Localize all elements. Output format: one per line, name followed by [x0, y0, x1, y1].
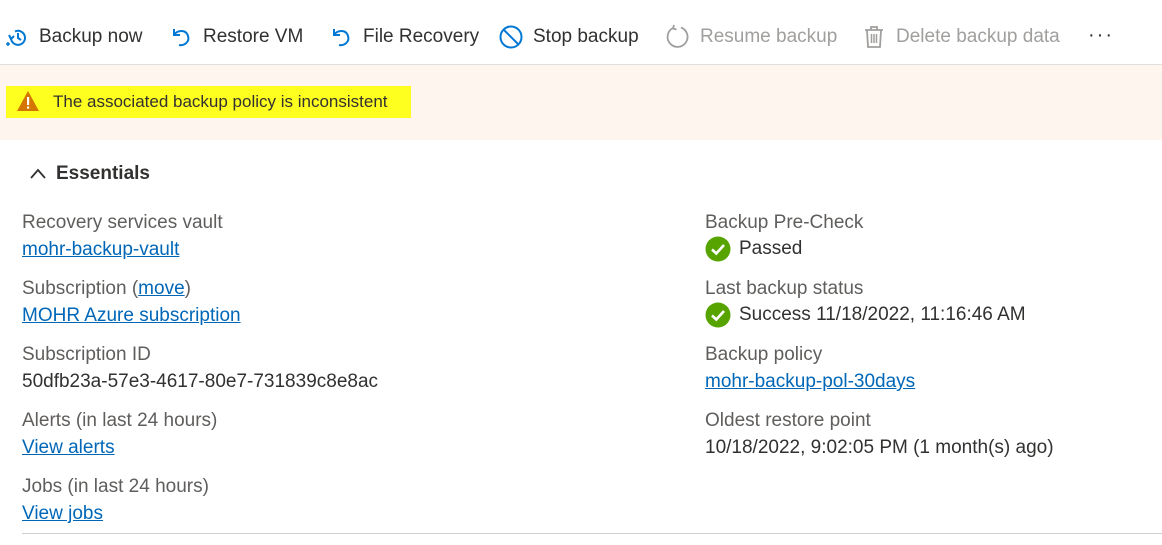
stop-backup-button[interactable]: Stop backup	[498, 22, 639, 52]
restore-vm-button[interactable]: Restore VM	[168, 22, 303, 52]
file-recovery-label: File Recovery	[363, 26, 480, 47]
backup-policy-link[interactable]: mohr-backup-pol-30days	[705, 371, 915, 393]
command-bar: Backup now Restore VM File Recovery Stop…	[0, 0, 1162, 64]
subscription-id-value: 50dfb23a-57e3-4617-80e7-731839c8e8ac	[22, 371, 379, 392]
stop-backup-label: Stop backup	[533, 26, 639, 47]
precheck-value: Passed	[739, 238, 803, 259]
undo-icon	[328, 24, 354, 50]
alerts-label: Alerts (in last 24 hours)	[22, 410, 218, 431]
warning-icon	[16, 90, 40, 112]
more-options-button[interactable]: ···	[1088, 24, 1114, 47]
vault-label: Recovery services vault	[22, 212, 223, 233]
subscription-paren-close: )	[184, 278, 191, 299]
more-icon: ···	[1088, 24, 1114, 46]
essentials-toggle[interactable]: Essentials	[28, 163, 150, 185]
vault-link[interactable]: mohr-backup-vault	[22, 239, 179, 261]
checkmark-icon	[705, 236, 731, 262]
stop-icon	[498, 24, 524, 50]
delete-backup-data-label: Delete backup data	[896, 26, 1060, 47]
undo-icon	[168, 24, 194, 50]
subscription-link[interactable]: MOHR Azure subscription	[22, 305, 241, 327]
subscription-id-label: Subscription ID	[22, 344, 151, 365]
essentials-divider	[22, 533, 1162, 534]
last-backup-status: Success 11/18/2022, 11:16:46 AM	[705, 302, 1026, 328]
subscription-label: Subscription (move)	[22, 278, 191, 300]
subscription-label-text: Subscription	[22, 278, 127, 299]
refresh-icon	[665, 24, 691, 50]
backup-icon	[4, 24, 30, 50]
delete-backup-data-button[interactable]: Delete backup data	[861, 22, 1060, 52]
view-jobs-link[interactable]: View jobs	[22, 503, 103, 525]
precheck-status: Passed	[705, 236, 802, 262]
trash-icon	[861, 24, 887, 50]
oldest-restore-point-label: Oldest restore point	[705, 410, 871, 431]
checkmark-icon	[705, 302, 731, 328]
last-backup-status-value: Success 11/18/2022, 11:16:46 AM	[739, 304, 1026, 325]
chevron-up-icon	[28, 164, 48, 184]
essentials-title: Essentials	[56, 163, 150, 184]
jobs-label: Jobs (in last 24 hours)	[22, 476, 209, 497]
oldest-restore-point-value: 10/18/2022, 9:02:05 PM (1 month(s) ago)	[705, 437, 1054, 458]
backup-now-button[interactable]: Backup now	[4, 22, 143, 52]
banner-message: The associated backup policy is inconsis…	[53, 92, 388, 111]
backup-now-label: Backup now	[39, 26, 143, 47]
precheck-label: Backup Pre-Check	[705, 212, 864, 233]
last-backup-status-label: Last backup status	[705, 278, 864, 299]
subscription-move-link[interactable]: move	[138, 278, 184, 299]
resume-backup-label: Resume backup	[700, 26, 838, 47]
resume-backup-button[interactable]: Resume backup	[665, 22, 837, 52]
restore-vm-label: Restore VM	[203, 26, 304, 47]
view-alerts-link[interactable]: View alerts	[22, 437, 115, 459]
backup-policy-label: Backup policy	[705, 344, 823, 365]
file-recovery-button[interactable]: File Recovery	[328, 22, 479, 52]
